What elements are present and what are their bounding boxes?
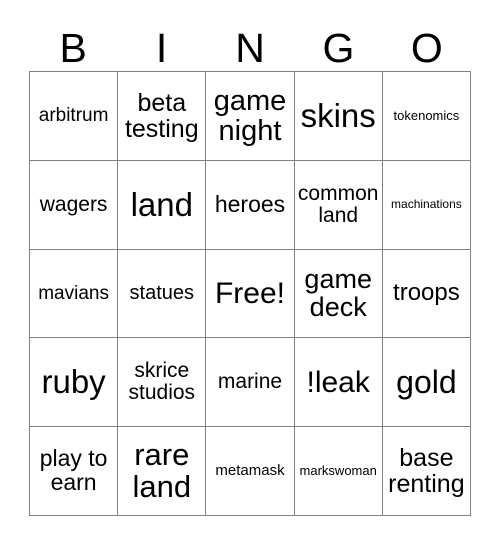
bingo-cell[interactable]: common land bbox=[294, 160, 383, 250]
bingo-cell[interactable]: tokenomics bbox=[382, 72, 471, 161]
bingo-cell[interactable]: statues bbox=[118, 249, 207, 339]
bingo-cell-free[interactable]: Free! bbox=[206, 249, 295, 339]
bingo-cell[interactable]: land bbox=[118, 160, 207, 250]
bingo-cell-label: skins bbox=[300, 96, 376, 134]
bingo-cell-label: game deck bbox=[304, 264, 372, 323]
bingo-cell-label: wagers bbox=[39, 192, 108, 216]
bingo-header-letter-g: G bbox=[322, 25, 355, 71]
bingo-cell[interactable]: ruby bbox=[30, 338, 119, 428]
bingo-grid: arbitrum beta testing game night skins t… bbox=[29, 71, 471, 516]
bingo-cell-label: gold bbox=[396, 363, 457, 400]
bingo-cell-label: beta testing bbox=[124, 88, 199, 143]
bingo-card: B I N G O arbitrum beta testing game nig… bbox=[0, 0, 500, 544]
bingo-cell-label: ruby bbox=[41, 363, 106, 401]
bingo-cell-label: arbitrum bbox=[38, 105, 109, 127]
bingo-cell-label: mavians bbox=[38, 282, 109, 304]
bingo-cell-label: land bbox=[130, 185, 193, 223]
bingo-cell-label: skrice studios bbox=[128, 359, 196, 405]
bingo-cell-label: !leak bbox=[306, 365, 370, 399]
bingo-cell[interactable]: mavians bbox=[30, 249, 119, 339]
bingo-cell-label: metamask bbox=[215, 462, 285, 480]
bingo-cell[interactable]: base renting bbox=[382, 427, 471, 516]
bingo-cell[interactable]: play to earn bbox=[30, 427, 119, 516]
bingo-cell-label: base renting bbox=[388, 444, 465, 499]
bingo-cell[interactable]: skins bbox=[294, 72, 383, 161]
bingo-header-letter-n: N bbox=[235, 25, 265, 71]
bingo-cell-label: troops bbox=[393, 279, 460, 307]
bingo-cell[interactable]: arbitrum bbox=[30, 72, 119, 161]
bingo-header-letter-b: B bbox=[59, 25, 87, 71]
bingo-cell[interactable]: machinations bbox=[382, 160, 471, 250]
bingo-cell-label: markswoman bbox=[299, 463, 377, 479]
bingo-cell[interactable]: gold bbox=[382, 338, 471, 428]
bingo-header-letter-i: I bbox=[155, 25, 168, 71]
bingo-cell-label: Free! bbox=[214, 276, 285, 310]
bingo-cell[interactable]: rare land bbox=[118, 427, 207, 516]
bingo-cell[interactable]: !leak bbox=[294, 338, 383, 428]
bingo-cell-label: game night bbox=[213, 84, 287, 147]
bingo-header-letter-o: O bbox=[410, 25, 443, 71]
bingo-cell[interactable]: marine bbox=[206, 338, 295, 428]
bingo-cell[interactable]: skrice studios bbox=[118, 338, 207, 428]
bingo-cell-label: marine bbox=[217, 370, 283, 394]
bingo-cell[interactable]: wagers bbox=[30, 160, 119, 250]
bingo-cell[interactable]: markswoman bbox=[294, 427, 383, 516]
bingo-cell-label: statues bbox=[129, 282, 195, 305]
bingo-cell-label: machinations bbox=[391, 197, 462, 212]
bingo-cell-label: rare land bbox=[132, 436, 192, 505]
bingo-cell[interactable]: game night bbox=[206, 72, 295, 161]
bingo-header-row: B I N G O bbox=[29, 14, 471, 71]
bingo-cell-label: tokenomics bbox=[393, 108, 460, 124]
bingo-cell[interactable]: heroes bbox=[206, 160, 295, 250]
bingo-cell-label: common land bbox=[297, 181, 379, 227]
bingo-cell[interactable]: game deck bbox=[294, 249, 383, 339]
bingo-cell[interactable]: troops bbox=[382, 249, 471, 339]
bingo-cell[interactable]: metamask bbox=[206, 427, 295, 516]
bingo-cell[interactable]: beta testing bbox=[118, 72, 207, 161]
bingo-cell-label: play to earn bbox=[39, 445, 108, 496]
bingo-cell-label: heroes bbox=[214, 190, 286, 217]
